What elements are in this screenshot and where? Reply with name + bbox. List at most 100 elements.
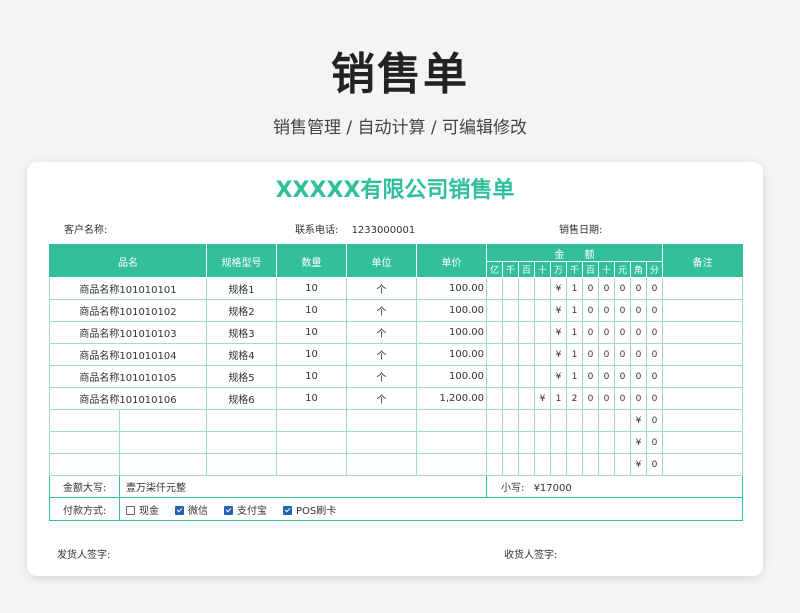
qty-cell[interactable]: 10 <box>276 321 347 344</box>
unit-cell[interactable] <box>346 431 417 454</box>
amount-digit-cell[interactable] <box>518 277 535 300</box>
amount-digit-cell[interactable] <box>486 277 503 300</box>
amount-digit-cell[interactable] <box>534 343 551 366</box>
amount-digit-cell[interactable]: 0 <box>614 387 631 410</box>
amount-digit-cell[interactable] <box>502 365 519 388</box>
note-cell[interactable] <box>662 431 744 454</box>
amount-digit-cell[interactable] <box>518 409 535 432</box>
receiver-signature[interactable]: 收货人签字: <box>504 546 557 561</box>
note-cell[interactable] <box>662 409 744 432</box>
lowercase-cell[interactable]: 小写: ¥17000 <box>485 475 744 498</box>
amount-digit-cell[interactable] <box>486 321 503 344</box>
amount-digit-cell[interactable] <box>502 343 519 366</box>
amount-digit-cell[interactable] <box>518 387 535 410</box>
amount-digit-cell[interactable]: 1 <box>566 365 583 388</box>
amount-digit-cell[interactable]: 0 <box>598 343 615 366</box>
product-name-cell[interactable] <box>119 431 207 454</box>
price-cell[interactable] <box>416 409 487 432</box>
amount-digit-cell[interactable]: 0 <box>614 343 631 366</box>
amount-digit-cell[interactable]: 0 <box>630 321 647 344</box>
amount-digit-cell[interactable] <box>534 365 551 388</box>
amount-digit-cell[interactable] <box>534 409 551 432</box>
amount-digit-cell[interactable]: 0 <box>630 299 647 322</box>
amount-digit-cell[interactable] <box>550 431 567 454</box>
price-cell[interactable]: 100.00 <box>416 277 487 300</box>
amount-digit-cell[interactable] <box>502 453 519 476</box>
amount-digit-cell[interactable] <box>550 453 567 476</box>
unit-cell[interactable]: 个 <box>346 365 417 388</box>
spec-cell[interactable] <box>206 453 277 476</box>
amount-digit-cell[interactable]: 0 <box>598 321 615 344</box>
amount-digit-cell[interactable]: 0 <box>582 299 599 322</box>
amount-digit-cell[interactable] <box>566 453 583 476</box>
amount-digit-cell[interactable] <box>502 409 519 432</box>
amount-digit-cell[interactable] <box>598 453 615 476</box>
amount-digit-cell[interactable]: ¥ <box>630 409 647 432</box>
price-cell[interactable]: 1,200.00 <box>416 387 487 410</box>
amount-digit-cell[interactable] <box>486 409 503 432</box>
amount-digit-cell[interactable] <box>534 453 551 476</box>
product-name-cell[interactable] <box>119 453 207 476</box>
note-cell[interactable] <box>662 387 744 410</box>
amount-digit-cell[interactable]: 0 <box>645 277 664 300</box>
payment-option[interactable]: 支付宝 <box>224 502 267 517</box>
sale-date-field[interactable]: 销售日期: <box>559 221 602 236</box>
unit-cell[interactable]: 个 <box>346 277 417 300</box>
amount-digit-cell[interactable] <box>566 409 583 432</box>
unit-cell[interactable]: 个 <box>346 321 417 344</box>
amount-digit-cell[interactable]: 0 <box>645 453 664 476</box>
amount-digit-cell[interactable]: 2 <box>566 387 583 410</box>
product-name-cell[interactable] <box>49 409 120 432</box>
spec-cell[interactable]: 规格5 <box>206 365 277 388</box>
amount-digit-cell[interactable]: 0 <box>645 365 664 388</box>
qty-cell[interactable] <box>276 453 347 476</box>
spec-cell[interactable]: 规格3 <box>206 321 277 344</box>
spec-cell[interactable] <box>206 431 277 454</box>
amount-digit-cell[interactable] <box>518 321 535 344</box>
product-name-cell[interactable]: 商品名称101010104 <box>49 343 207 366</box>
amount-digit-cell[interactable]: ¥ <box>534 387 551 410</box>
spec-cell[interactable]: 规格2 <box>206 299 277 322</box>
amount-digit-cell[interactable] <box>486 453 503 476</box>
amount-digit-cell[interactable] <box>518 453 535 476</box>
amount-digit-cell[interactable]: 0 <box>630 387 647 410</box>
amount-digit-cell[interactable]: ¥ <box>630 453 647 476</box>
amount-digit-cell[interactable]: 1 <box>566 299 583 322</box>
amount-digit-cell[interactable] <box>486 387 503 410</box>
price-cell[interactable] <box>416 453 487 476</box>
amount-digit-cell[interactable]: 0 <box>645 409 664 432</box>
amount-digit-cell[interactable]: 1 <box>566 277 583 300</box>
price-cell[interactable]: 100.00 <box>416 299 487 322</box>
amount-digit-cell[interactable]: 0 <box>630 365 647 388</box>
checkbox-checked-icon[interactable] <box>283 505 292 515</box>
note-cell[interactable] <box>662 343 744 366</box>
checkbox-checked-icon[interactable] <box>224 505 233 515</box>
spec-cell[interactable]: 规格4 <box>206 343 277 366</box>
amount-digit-cell[interactable]: 0 <box>645 321 664 344</box>
amount-digit-cell[interactable]: 0 <box>614 277 631 300</box>
amount-digit-cell[interactable] <box>518 299 535 322</box>
payment-option[interactable]: POS刷卡 <box>283 502 336 517</box>
amount-digit-cell[interactable]: 0 <box>645 387 664 410</box>
qty-cell[interactable] <box>276 431 347 454</box>
amount-digit-cell[interactable] <box>598 409 615 432</box>
amount-digit-cell[interactable]: 0 <box>630 277 647 300</box>
amount-digit-cell[interactable] <box>534 321 551 344</box>
price-cell[interactable] <box>416 431 487 454</box>
payment-option[interactable]: 微信 <box>175 502 208 517</box>
qty-cell[interactable]: 10 <box>276 387 347 410</box>
product-name-cell[interactable]: 商品名称101010101 <box>49 277 207 300</box>
amount-digit-cell[interactable]: ¥ <box>550 365 567 388</box>
amount-digit-cell[interactable] <box>534 299 551 322</box>
checkbox-checked-icon[interactable] <box>175 505 184 515</box>
amount-digit-cell[interactable]: ¥ <box>550 277 567 300</box>
amount-digit-cell[interactable]: 0 <box>582 365 599 388</box>
qty-cell[interactable]: 10 <box>276 365 347 388</box>
amount-digit-cell[interactable]: ¥ <box>550 321 567 344</box>
amount-digit-cell[interactable] <box>518 343 535 366</box>
product-name-cell[interactable] <box>49 431 120 454</box>
amount-digit-cell[interactable]: 0 <box>598 387 615 410</box>
amount-digit-cell[interactable] <box>502 431 519 454</box>
spec-cell[interactable]: 规格1 <box>206 277 277 300</box>
note-cell[interactable] <box>662 453 744 476</box>
